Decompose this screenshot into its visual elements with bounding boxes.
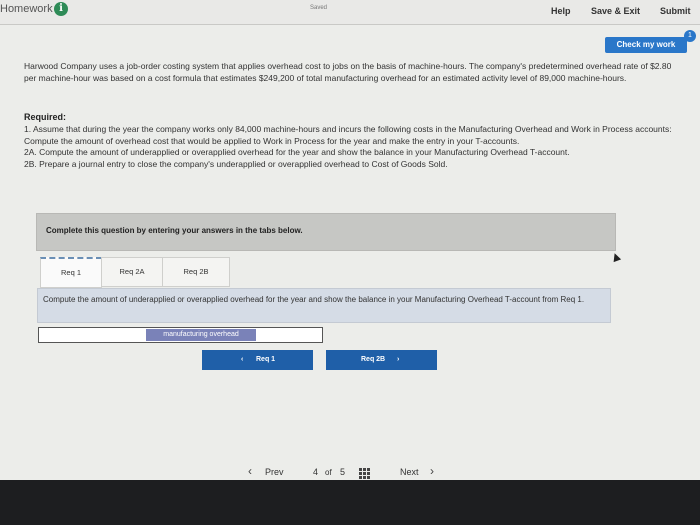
t-account-label: manufacturing overhead (146, 329, 256, 341)
t-account-blank[interactable] (256, 328, 321, 342)
problem-intro: Harwood Company uses a job-order costing… (24, 61, 672, 83)
top-bar: Homework i Saved Help Save & Exit Submit (0, 0, 700, 25)
requirement-1: 1. Assume that during the year the compa… (24, 124, 672, 146)
requirement-2a: 2A. Compute the amount of underapplied o… (24, 147, 570, 157)
prev-chevron-icon[interactable]: ‹ (248, 464, 252, 478)
check-my-work-button[interactable]: Check my work (605, 37, 687, 53)
question-grid-icon[interactable] (359, 468, 371, 480)
t-account-input[interactable]: manufacturing overhead (38, 327, 323, 343)
instructions-text: Complete this question by entering your … (46, 226, 303, 235)
tab-instruction-text: Compute the amount of underapplied or ov… (43, 295, 585, 304)
saved-status: Saved (310, 5, 328, 11)
required-heading: Required: (24, 112, 67, 122)
homework-title: Homework (0, 3, 53, 15)
check-count-badge: 1 (684, 30, 696, 42)
tab-req-2b[interactable]: Req 2B (162, 257, 230, 287)
chevron-right-icon: › (397, 356, 400, 363)
footer-bar (0, 480, 700, 525)
question-panel (0, 25, 700, 480)
submit-button[interactable]: Submit (660, 6, 691, 16)
next-req-button[interactable]: Req 2B › (326, 350, 437, 370)
next-page-button[interactable]: Next (400, 467, 419, 477)
next-req-label: Req 2B (361, 356, 386, 363)
requirements-list: 1. Assume that during the year the compa… (24, 124, 684, 170)
chevron-left-icon: ‹ (241, 356, 244, 363)
next-chevron-icon[interactable]: › (430, 464, 434, 478)
info-icon[interactable]: i (54, 2, 68, 16)
instructions-box: Complete this question by entering your … (36, 213, 616, 251)
save-exit-button[interactable]: Save & Exit (591, 6, 640, 16)
prev-page-button[interactable]: Prev (265, 467, 284, 477)
total-pages: 5 (340, 467, 346, 477)
help-button[interactable]: Help (551, 6, 571, 16)
tab-req-1[interactable]: Req 1 (40, 257, 102, 288)
prev-req-label: Req 1 (256, 356, 276, 363)
current-page: 4 (313, 467, 319, 477)
tab-req-2a[interactable]: Req 2A (101, 257, 163, 287)
prev-req-button[interactable]: ‹ Req 1 (202, 350, 313, 370)
page-of-label: of (325, 468, 332, 477)
tab-instruction-box: Compute the amount of underapplied or ov… (37, 288, 611, 323)
requirement-2b: 2B. Prepare a journal entry to close the… (24, 158, 448, 169)
